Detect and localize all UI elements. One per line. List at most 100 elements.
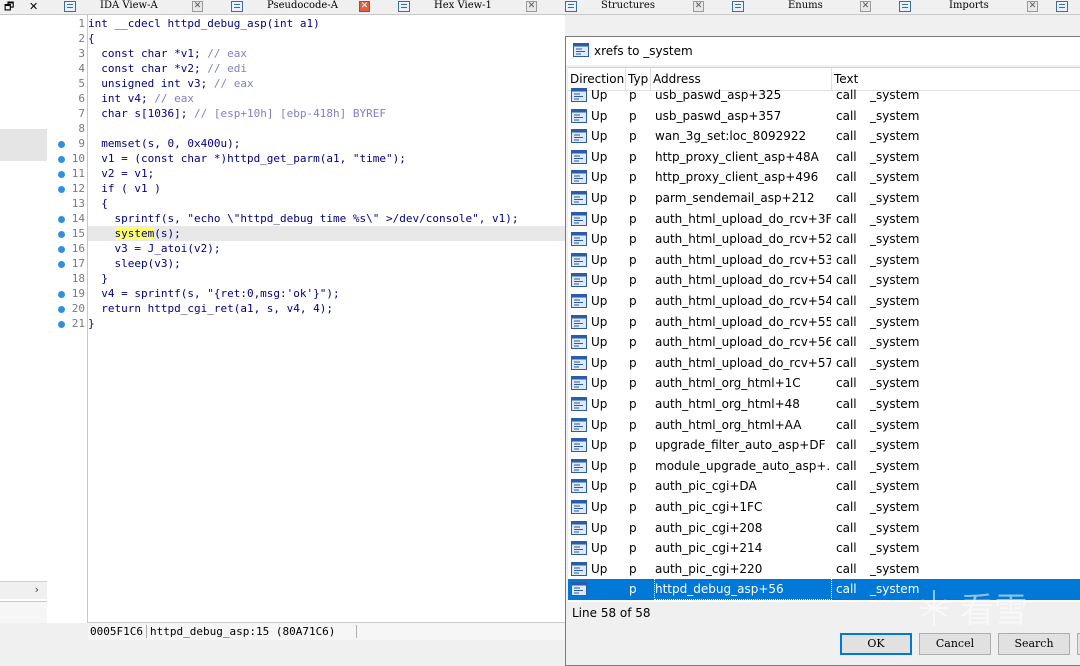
xref-op: call <box>836 335 857 350</box>
tab-close-icon[interactable]: ✕ <box>693 1 704 12</box>
code-line-19[interactable]: v4 = sprintf(s, "{ret:0,msg:'ok'}"); <box>88 286 565 301</box>
tab-pseudocode-a[interactable]: Pseudocode-A ✕ <box>231 0 375 14</box>
xref-row[interactable]: Up p auth_pic_cgi+214 call _system <box>568 538 1080 559</box>
line-number: 13 <box>47 196 87 211</box>
code-line-11[interactable]: v2 = v1; <box>88 166 565 181</box>
xref-row[interactable]: Up p auth_html_org_html+48 call _system <box>568 394 1080 415</box>
code-line-14[interactable]: sprintf(s, "echo \"httpd_debug time %s\"… <box>88 211 565 226</box>
xref-direction: Up <box>591 438 608 453</box>
scroll-right-icon[interactable]: › <box>35 582 39 598</box>
xref-target: _system <box>870 355 920 370</box>
tab-exports[interactable] <box>1056 0 1080 14</box>
xref-op: call <box>836 232 857 247</box>
xref-row[interactable]: Up p auth_html_upload_do_rcv+541 call _syste… <box>568 270 1080 291</box>
xref-row[interactable]: Up p upgrade_filter_auto_asp+DF call _system <box>568 435 1080 456</box>
highlighted-identifier[interactable]: system <box>114 227 155 240</box>
code-line-20[interactable]: return httpd_cgi_ret(a1, s, v4, 4); <box>88 301 565 316</box>
xref-row[interactable]: Up p auth_pic_cgi+208 call _system <box>568 518 1080 539</box>
xref-type: p <box>629 520 637 535</box>
breakpoint-dot-icon[interactable] <box>58 321 65 328</box>
code-line-21[interactable]: } <box>88 316 565 331</box>
xrefs-list[interactable]: Direction Typ Address Text Up p usb_paswd_… <box>568 67 1080 602</box>
breakpoint-dot-icon[interactable] <box>58 246 65 253</box>
code-line-15[interactable]: system(s); <box>88 226 565 241</box>
tab-close-icon[interactable]: ✕ <box>860 1 871 12</box>
xref-row[interactable]: Up p auth_pic_cgi+DA call _system <box>568 476 1080 497</box>
xref-op: call <box>836 397 857 411</box>
tab-imports[interactable]: Imports ✕ <box>899 0 1043 14</box>
cancel-button[interactable]: Cancel <box>919 633 991 655</box>
xref-row[interactable]: Up p module_upgrade_auto_asp+... call _syste… <box>568 456 1080 477</box>
xref-address: http_proxy_client_asp+48A <box>655 149 819 164</box>
breakpoint-dot-icon[interactable] <box>58 186 65 193</box>
breakpoint-dot-icon[interactable] <box>58 156 65 163</box>
code-line-7[interactable]: char s[1036]; // [esp+10h] [ebp-418h] BY… <box>88 106 565 121</box>
code-line-4[interactable]: const char *v2; // edi <box>88 61 565 76</box>
tab-structures[interactable]: Structures ✕ <box>565 0 709 14</box>
tab-close-icon[interactable]: ✕ <box>526 1 537 12</box>
tab-ida-view-a[interactable]: IDA View-A ✕ <box>64 0 208 14</box>
line-number: 3 <box>47 46 87 61</box>
tab-close-icon[interactable]: ✕ <box>359 1 370 12</box>
pseudocode-view[interactable]: int __cdecl httpd_debug_asp(int a1) { co… <box>88 15 565 623</box>
xref-row[interactable]: Up p auth_pic_cgi+220 call _system <box>568 559 1080 580</box>
xref-row[interactable]: Up p auth_pic_cgi+1FC call _system <box>568 497 1080 518</box>
xref-row[interactable]: Up p auth_html_upload_do_rcv+54D call _syste… <box>568 291 1080 312</box>
close-icon[interactable]: ✕ <box>29 0 38 13</box>
selected-function-row[interactable] <box>0 129 47 161</box>
code-line-18[interactable]: } <box>88 271 565 286</box>
xref-type-icon <box>571 417 587 432</box>
xref-row[interactable]: Up p parm_sendemail_asp+212 call _system <box>568 188 1080 209</box>
xref-row[interactable]: Up p auth_html_upload_do_rcv+571 call _syste… <box>568 353 1080 374</box>
line-number-text: 10 <box>71 152 85 165</box>
code-line-6[interactable]: int v4; // eax <box>88 91 565 106</box>
breakpoint-dot-icon[interactable] <box>58 291 65 298</box>
xref-row[interactable]: Up p auth_html_org_html+AA call _system <box>568 415 1080 436</box>
xref-target: _system <box>870 232 920 247</box>
breakpoint-dot-icon[interactable] <box>58 261 65 268</box>
xref-target: _system <box>870 438 920 453</box>
breakpoint-dot-icon[interactable] <box>58 216 65 223</box>
xref-direction: Up <box>591 458 608 473</box>
breakpoint-dot-icon[interactable] <box>58 141 65 148</box>
code-line-3[interactable]: const char *v1; // eax <box>88 46 565 61</box>
functions-panel-footer <box>0 601 48 623</box>
xref-row[interactable]: Up p auth_html_upload_do_rcv+535 call _syste… <box>568 250 1080 271</box>
code-line-8[interactable] <box>88 121 565 136</box>
xref-row[interactable]: Up p wan_3g_set:loc_8092922 call _system <box>568 126 1080 147</box>
ok-button[interactable]: OK <box>840 633 912 655</box>
code-line-17[interactable]: sleep(v3); <box>88 256 565 271</box>
xref-row[interactable]: Up p usb_paswd_asp+325 call _system <box>568 85 1080 106</box>
breakpoint-dot-icon[interactable] <box>58 231 65 238</box>
code-line-10[interactable]: v1 = (const char *)httpd_get_parm(a1, "t… <box>88 151 565 166</box>
xref-type: p <box>629 232 637 247</box>
tab-hex-view-1[interactable]: Hex View-1 ✕ <box>398 0 542 14</box>
breakpoint-dot-icon[interactable] <box>58 171 65 178</box>
xref-row[interactable]: Up p auth_html_upload_do_rcv+529 call _syste… <box>568 229 1080 250</box>
xref-type-icon <box>571 397 587 411</box>
tab-enums[interactable]: Enums ✕ <box>732 0 876 14</box>
code-line-2[interactable]: { <box>88 31 565 46</box>
restore-icon[interactable]: 🗗 <box>4 0 14 13</box>
xref-row[interactable]: Up p auth_html_org_html+1C call _system <box>568 373 1080 394</box>
horizontal-scrollbar[interactable]: › <box>0 581 47 599</box>
tab-close-icon[interactable]: ✕ <box>192 1 203 12</box>
code-line-16[interactable]: v3 = J_atoi(v2); <box>88 241 565 256</box>
breakpoint-dot-icon[interactable] <box>58 306 65 313</box>
xref-row[interactable]: Up p auth_html_upload_do_rcv+3F7 call _syste… <box>568 209 1080 230</box>
code-line-5[interactable]: unsigned int v3; // eax <box>88 76 565 91</box>
code-line-12[interactable]: if ( v1 ) <box>88 181 565 196</box>
code-line-13[interactable]: { <box>88 196 565 211</box>
dialog-title-bar[interactable]: xrefs to _system <box>566 37 1080 65</box>
xref-row[interactable]: Up p usb_paswd_asp+357 call _system <box>568 106 1080 127</box>
xref-row[interactable]: Up p http_proxy_client_asp+48A call _system <box>568 147 1080 168</box>
xref-row[interactable]: Up p http_proxy_client_asp+496 call _system <box>568 167 1080 188</box>
xref-type: p <box>629 479 637 494</box>
tab-close-icon[interactable]: ✕ <box>1027 1 1038 12</box>
xref-row[interactable]: Up p auth_html_upload_do_rcv+559 call _syste… <box>568 312 1080 333</box>
code-line-1[interactable]: int __cdecl httpd_debug_asp(int a1) <box>88 16 565 31</box>
code-line-9[interactable]: memset(s, 0, 0x400u); <box>88 136 565 151</box>
xref-row[interactable]: Up p auth_html_upload_do_rcv+565 call _syste… <box>568 332 1080 353</box>
search-button[interactable]: Search <box>998 633 1070 655</box>
xref-target: _system <box>870 129 920 144</box>
